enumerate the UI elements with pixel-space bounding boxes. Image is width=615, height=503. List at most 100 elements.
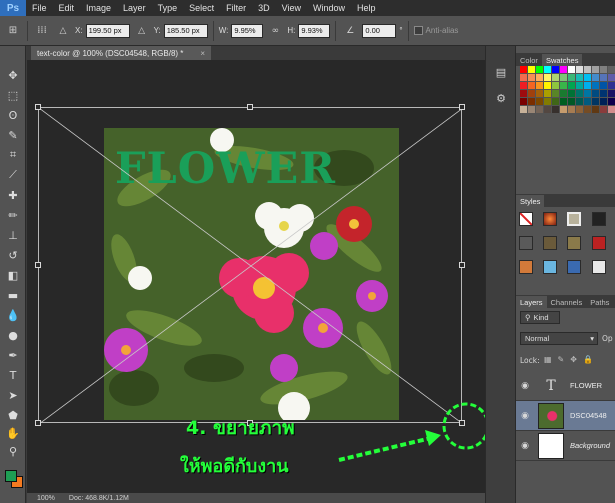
- visibility-eye-icon[interactable]: ◉: [516, 381, 534, 391]
- swatch-color[interactable]: [536, 106, 543, 113]
- transform-handle-top-left[interactable]: [35, 104, 41, 110]
- swatch-color[interactable]: [608, 106, 615, 113]
- swatch-color[interactable]: [520, 98, 527, 105]
- menu-layer[interactable]: Layer: [117, 3, 152, 13]
- layer-row-photo[interactable]: ◉ DSC04548: [516, 401, 615, 431]
- menu-view[interactable]: View: [276, 3, 307, 13]
- swatch-color[interactable]: [560, 98, 567, 105]
- tab-channels[interactable]: Channels: [547, 296, 587, 308]
- healing-tool-icon[interactable]: ✚: [3, 186, 23, 204]
- path-select-tool-icon[interactable]: ➤: [3, 386, 23, 404]
- swatch-color[interactable]: [528, 74, 535, 81]
- style-swatch[interactable]: [543, 236, 557, 250]
- marquee-tool-icon[interactable]: ⬚: [3, 86, 23, 104]
- swatch-color[interactable]: [536, 98, 543, 105]
- swatch-color[interactable]: [608, 66, 615, 73]
- menu-image[interactable]: Image: [80, 3, 117, 13]
- transform-handle-top[interactable]: [247, 104, 253, 110]
- properties-panel-icon[interactable]: ⚙: [493, 90, 509, 106]
- history-panel-icon[interactable]: ▤: [493, 64, 509, 80]
- swatch-color[interactable]: [592, 90, 599, 97]
- swatch-color[interactable]: [528, 90, 535, 97]
- layer-row-flower[interactable]: ◉ T FLOWER: [516, 371, 615, 401]
- swatch-color[interactable]: [576, 98, 583, 105]
- style-swatch[interactable]: [592, 260, 606, 274]
- shape-tool-icon[interactable]: ⬟: [3, 406, 23, 424]
- swatch-color[interactable]: [544, 90, 551, 97]
- tab-swatches[interactable]: Swatches: [541, 54, 583, 66]
- style-swatch[interactable]: [567, 212, 581, 226]
- swatch-color[interactable]: [608, 82, 615, 89]
- swatch-color[interactable]: [528, 66, 535, 73]
- transform-handle-top-right[interactable]: [459, 104, 465, 110]
- delta-icon[interactable]: △: [133, 22, 151, 40]
- style-swatch[interactable]: [567, 260, 581, 274]
- swatch-color[interactable]: [520, 82, 527, 89]
- swatch-color[interactable]: [552, 74, 559, 81]
- swatch-color[interactable]: [592, 82, 599, 89]
- swatch-color[interactable]: [600, 90, 607, 97]
- delta-icon[interactable]: △: [54, 22, 72, 40]
- dodge-tool-icon[interactable]: ●: [3, 326, 23, 344]
- blend-mode-select[interactable]: Normal ▾: [520, 332, 598, 345]
- swatch-color[interactable]: [608, 98, 615, 105]
- swatch-color[interactable]: [568, 82, 575, 89]
- swatch-color[interactable]: [568, 90, 575, 97]
- x-position-field[interactable]: 199.50 px: [85, 23, 130, 38]
- swatch-color[interactable]: [568, 106, 575, 113]
- tab-color[interactable]: Color: [516, 54, 542, 66]
- swatch-color[interactable]: [536, 90, 543, 97]
- swatch-color[interactable]: [520, 106, 527, 113]
- swatch-color[interactable]: [520, 74, 527, 81]
- style-swatch[interactable]: [592, 212, 606, 226]
- style-none[interactable]: [519, 212, 533, 226]
- swatch-color[interactable]: [576, 66, 583, 73]
- document-tab[interactable]: text-color @ 100% (DSC04548, RGB/8) * ×: [31, 46, 211, 60]
- hand-tool-icon[interactable]: ✋: [3, 424, 23, 442]
- swatch-color[interactable]: [528, 82, 535, 89]
- reference-point-icon[interactable]: ⁞⁞⁞: [33, 22, 51, 40]
- swatch-color[interactable]: [552, 106, 559, 113]
- blur-tool-icon[interactable]: 💧: [3, 306, 23, 324]
- menu-3d[interactable]: 3D: [252, 3, 276, 13]
- swatch-color[interactable]: [592, 74, 599, 81]
- y-position-field[interactable]: 185.50 px: [163, 23, 208, 38]
- swatch-color[interactable]: [520, 90, 527, 97]
- swatch-color[interactable]: [544, 106, 551, 113]
- swatch-color[interactable]: [584, 90, 591, 97]
- layer-row-background[interactable]: ◉ Background: [516, 431, 615, 461]
- height-field[interactable]: 9.93%: [298, 23, 331, 38]
- layer-filter-select[interactable]: ⚲ Kind: [520, 311, 560, 324]
- swatch-color[interactable]: [592, 98, 599, 105]
- lock-icons[interactable]: ▦✎✥🔒: [544, 355, 599, 364]
- transform-handle-left[interactable]: [35, 262, 41, 268]
- swatch-color[interactable]: [552, 66, 559, 73]
- swatch-color[interactable]: [584, 106, 591, 113]
- swatch-color[interactable]: [536, 82, 543, 89]
- tab-layers[interactable]: Layers: [516, 296, 547, 308]
- tab-styles[interactable]: Styles: [516, 195, 545, 207]
- swatch-color[interactable]: [560, 90, 567, 97]
- quick-select-tool-icon[interactable]: ✎: [3, 126, 23, 144]
- style-swatch[interactable]: [519, 236, 533, 250]
- swatch-color[interactable]: [560, 74, 567, 81]
- style-swatch[interactable]: [543, 212, 557, 226]
- swatch-color[interactable]: [568, 98, 575, 105]
- transform-handle-bottom-left[interactable]: [35, 420, 41, 426]
- move-tool-icon[interactable]: ✥: [3, 66, 23, 84]
- width-field[interactable]: 9.95%: [231, 23, 264, 38]
- transform-handle-right[interactable]: [459, 262, 465, 268]
- menu-help[interactable]: Help: [351, 3, 382, 13]
- swatch-color[interactable]: [560, 106, 567, 113]
- history-brush-tool-icon[interactable]: ↺: [3, 246, 23, 264]
- swatch-color[interactable]: [552, 82, 559, 89]
- lasso-tool-icon[interactable]: ʘ: [3, 106, 23, 124]
- swatch-color[interactable]: [600, 82, 607, 89]
- stamp-tool-icon[interactable]: ⊥: [3, 226, 23, 244]
- type-tool-icon[interactable]: T: [3, 366, 23, 384]
- menu-window[interactable]: Window: [307, 3, 351, 13]
- visibility-eye-icon[interactable]: ◉: [516, 411, 534, 421]
- swatch-color[interactable]: [600, 74, 607, 81]
- brush-tool-icon[interactable]: ✏: [3, 206, 23, 224]
- swatch-color[interactable]: [576, 74, 583, 81]
